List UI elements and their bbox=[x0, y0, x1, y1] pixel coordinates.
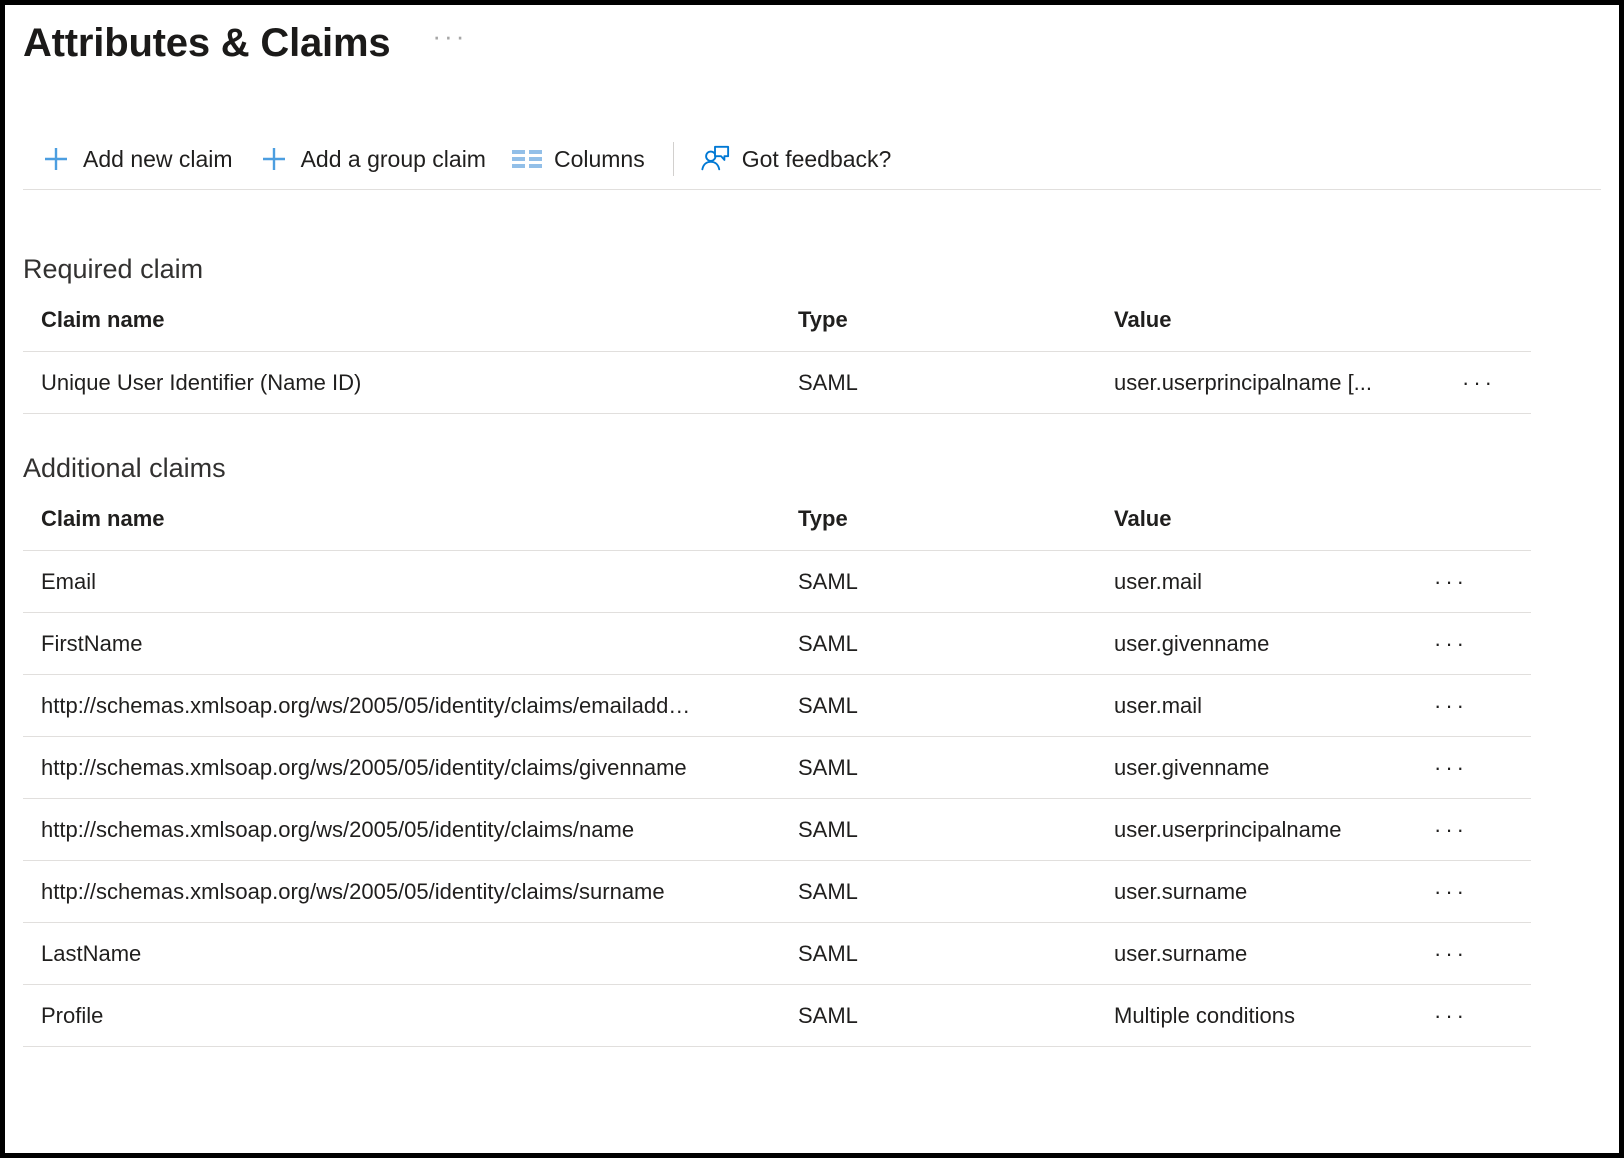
row-context-menu-button[interactable]: ··· bbox=[1434, 737, 1531, 799]
cell-type: SAML bbox=[798, 861, 1114, 923]
additional-claims-heading: Additional claims bbox=[23, 452, 1601, 484]
cell-claim-name: http://schemas.xmlsoap.org/ws/2005/05/id… bbox=[23, 675, 798, 737]
got-feedback-label: Got feedback? bbox=[742, 146, 892, 173]
more-actions-icon[interactable]: ··· bbox=[432, 30, 467, 56]
attributes-claims-blade: Attributes & Claims ··· Add new claim Ad… bbox=[0, 0, 1624, 1158]
column-header-actions bbox=[1434, 506, 1531, 551]
feedback-person-icon bbox=[700, 144, 730, 174]
column-header-claim-name: Claim name bbox=[23, 506, 798, 551]
add-group-claim-button[interactable]: Add a group claim bbox=[259, 139, 486, 179]
required-claim-section: Required claim Claim name Type Value Uni… bbox=[5, 253, 1619, 414]
cell-claim-name: Profile bbox=[23, 985, 798, 1047]
cell-type: SAML bbox=[798, 352, 1114, 414]
add-new-claim-label: Add new claim bbox=[83, 146, 233, 173]
required-claim-heading: Required claim bbox=[23, 253, 1601, 285]
additional-claims-body: Email SAML user.mail ··· FirstName SAML … bbox=[23, 551, 1531, 1047]
cell-value: user.givenname bbox=[1114, 613, 1434, 675]
row-context-menu-button[interactable]: ··· bbox=[1434, 799, 1531, 861]
row-context-menu-button[interactable]: ··· bbox=[1434, 985, 1531, 1047]
cell-claim-name: http://schemas.xmlsoap.org/ws/2005/05/id… bbox=[23, 799, 798, 861]
table-row[interactable]: http://schemas.xmlsoap.org/ws/2005/05/id… bbox=[23, 737, 1531, 799]
cell-type: SAML bbox=[798, 799, 1114, 861]
row-context-menu-button[interactable]: ··· bbox=[1434, 613, 1531, 675]
table-row[interactable]: http://schemas.xmlsoap.org/ws/2005/05/id… bbox=[23, 799, 1531, 861]
cell-claim-name: Email bbox=[23, 551, 798, 613]
row-context-menu-button[interactable]: ··· bbox=[1434, 551, 1531, 613]
cell-value: user.mail bbox=[1114, 551, 1434, 613]
command-bar-divider bbox=[23, 189, 1601, 190]
table-row[interactable]: Email SAML user.mail ··· bbox=[23, 551, 1531, 613]
table-row[interactable]: Unique User Identifier (Name ID) SAML us… bbox=[23, 352, 1531, 414]
additional-claims-section: Additional claims Claim name Type Value … bbox=[5, 452, 1619, 1047]
page-title: Attributes & Claims bbox=[23, 20, 390, 66]
cell-type: SAML bbox=[798, 675, 1114, 737]
plus-icon bbox=[259, 144, 289, 174]
cell-claim-name: FirstName bbox=[23, 613, 798, 675]
required-claims-table: Claim name Type Value Unique User Identi… bbox=[23, 307, 1531, 414]
table-row[interactable]: LastName SAML user.surname ··· bbox=[23, 923, 1531, 985]
row-context-menu-button[interactable]: ··· bbox=[1434, 675, 1531, 737]
table-row[interactable]: http://schemas.xmlsoap.org/ws/2005/05/id… bbox=[23, 675, 1531, 737]
cell-value: Multiple conditions bbox=[1114, 985, 1434, 1047]
cell-claim-name: Unique User Identifier (Name ID) bbox=[23, 352, 798, 414]
row-context-menu-button[interactable]: ··· bbox=[1434, 923, 1531, 985]
cell-claim-name: LastName bbox=[23, 923, 798, 985]
columns-label: Columns bbox=[554, 146, 645, 173]
cell-value: user.surname bbox=[1114, 923, 1434, 985]
column-header-value: Value bbox=[1114, 307, 1462, 352]
column-header-type: Type bbox=[798, 307, 1114, 352]
cell-value: user.givenname bbox=[1114, 737, 1434, 799]
cell-type: SAML bbox=[798, 923, 1114, 985]
cell-value: user.userprincipalname [... bbox=[1114, 352, 1462, 414]
cell-type: SAML bbox=[798, 985, 1114, 1047]
add-group-claim-label: Add a group claim bbox=[301, 146, 486, 173]
got-feedback-button[interactable]: Got feedback? bbox=[700, 139, 892, 179]
cell-value: user.surname bbox=[1114, 861, 1434, 923]
required-claims-body: Unique User Identifier (Name ID) SAML us… bbox=[23, 352, 1531, 414]
table-row[interactable]: FirstName SAML user.givenname ··· bbox=[23, 613, 1531, 675]
columns-icon bbox=[512, 144, 542, 174]
table-header-row: Claim name Type Value bbox=[23, 506, 1531, 551]
plus-icon bbox=[41, 144, 71, 174]
cell-value: user.userprincipalname bbox=[1114, 799, 1434, 861]
cell-type: SAML bbox=[798, 551, 1114, 613]
cell-claim-name: http://schemas.xmlsoap.org/ws/2005/05/id… bbox=[23, 737, 798, 799]
toolbar-separator bbox=[673, 142, 674, 176]
cell-value: user.mail bbox=[1114, 675, 1434, 737]
add-new-claim-button[interactable]: Add new claim bbox=[41, 139, 233, 179]
command-bar: Add new claim Add a group claim bbox=[5, 131, 1619, 187]
row-context-menu-button[interactable]: ··· bbox=[1462, 352, 1531, 414]
cell-type: SAML bbox=[798, 737, 1114, 799]
table-header-row: Claim name Type Value bbox=[23, 307, 1531, 352]
column-header-value: Value bbox=[1114, 506, 1434, 551]
table-row[interactable]: http://schemas.xmlsoap.org/ws/2005/05/id… bbox=[23, 861, 1531, 923]
title-row: Attributes & Claims ··· bbox=[5, 5, 1619, 69]
column-header-claim-name: Claim name bbox=[23, 307, 798, 352]
cell-type: SAML bbox=[798, 613, 1114, 675]
cell-claim-name: http://schemas.xmlsoap.org/ws/2005/05/id… bbox=[23, 861, 798, 923]
row-context-menu-button[interactable]: ··· bbox=[1434, 861, 1531, 923]
table-row[interactable]: Profile SAML Multiple conditions ··· bbox=[23, 985, 1531, 1047]
columns-button[interactable]: Columns bbox=[512, 139, 645, 179]
column-header-actions bbox=[1462, 307, 1531, 352]
column-header-type: Type bbox=[798, 506, 1114, 551]
additional-claims-table: Claim name Type Value Email SAML user.ma… bbox=[23, 506, 1531, 1047]
